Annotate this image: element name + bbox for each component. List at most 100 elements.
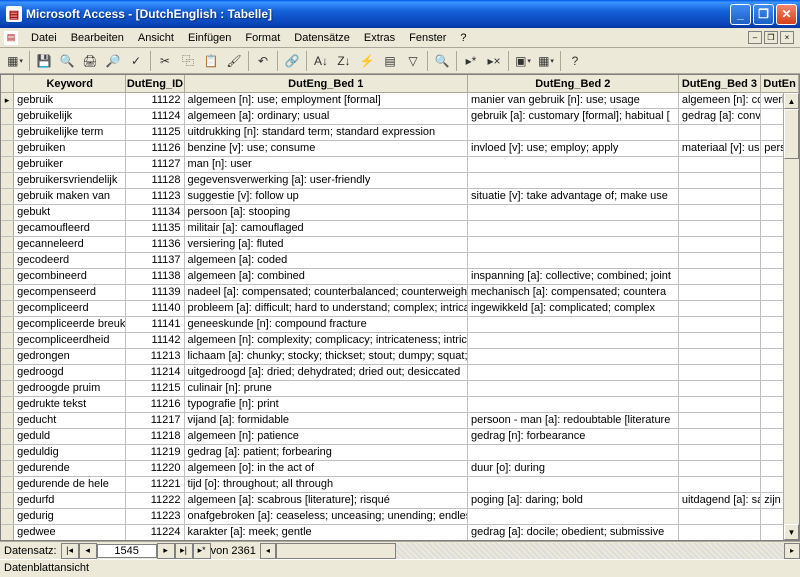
table-row[interactable]: gecompliceerd11140probleem [a]: difficul… bbox=[1, 301, 799, 317]
cell[interactable]: 11137 bbox=[126, 253, 184, 268]
save-button[interactable]: 💾 bbox=[33, 50, 55, 72]
cell[interactable]: invloed [v]: use; employ; apply bbox=[468, 141, 679, 156]
row-selector[interactable] bbox=[1, 285, 14, 300]
hscroll-right-button[interactable]: ▸ bbox=[784, 543, 800, 559]
cell[interactable] bbox=[679, 333, 761, 348]
mdi-close-button[interactable]: × bbox=[780, 31, 794, 44]
scroll-up-button[interactable]: ▲ bbox=[784, 93, 799, 109]
table-row[interactable]: geduldig11219gedrag [a]: patient; forbea… bbox=[1, 445, 799, 461]
cell[interactable] bbox=[679, 461, 761, 476]
cell[interactable]: manier van gebruik [n]: use; usage bbox=[468, 93, 679, 108]
cell[interactable]: benzine [v]: use; consume bbox=[185, 141, 468, 156]
table-row[interactable]: gebruikersvriendelijk11128gegevensverwer… bbox=[1, 173, 799, 189]
cell[interactable]: algemeen [n]: patience bbox=[185, 429, 468, 444]
filter-selection-button[interactable]: ⚡ bbox=[356, 50, 378, 72]
table-row[interactable]: gedroogd11214uitgedroogd [a]: dried; deh… bbox=[1, 365, 799, 381]
cell[interactable]: culinair [n]: prune bbox=[185, 381, 468, 396]
row-selector[interactable] bbox=[1, 253, 14, 268]
help-button[interactable]: ? bbox=[564, 50, 586, 72]
cell[interactable]: 11128 bbox=[126, 173, 184, 188]
cell[interactable] bbox=[468, 253, 679, 268]
cell[interactable]: gecanneleerd bbox=[14, 237, 126, 252]
cell[interactable]: 11122 bbox=[126, 93, 184, 108]
table-row[interactable]: geduld11218algemeen [n]: patiencegedrag … bbox=[1, 429, 799, 445]
find-button[interactable]: 🔍 bbox=[431, 50, 453, 72]
table-row[interactable]: gecanneleerd11136versiering [a]: fluted bbox=[1, 237, 799, 253]
nav-prev-button[interactable]: ◂ bbox=[79, 543, 97, 559]
cell[interactable]: 11216 bbox=[126, 397, 184, 412]
row-selector[interactable] bbox=[1, 461, 14, 476]
row-selector[interactable] bbox=[1, 365, 14, 380]
nav-new-button[interactable]: ▸* bbox=[193, 543, 211, 559]
col-duteng-bed1[interactable]: DutEng_Bed 1 bbox=[185, 75, 468, 92]
scroll-down-button[interactable]: ▼ bbox=[784, 524, 799, 540]
cell[interactable]: gedrag [a]: patient; forbearing bbox=[185, 445, 468, 460]
cell[interactable]: gebruiker bbox=[14, 157, 126, 172]
cell[interactable]: 11123 bbox=[126, 189, 184, 204]
table-row[interactable]: gedroogde pruim11215culinair [n]: prune bbox=[1, 381, 799, 397]
cell[interactable]: versiering [a]: fluted bbox=[185, 237, 468, 252]
filter-form-button[interactable]: ▤ bbox=[379, 50, 401, 72]
cell[interactable] bbox=[468, 509, 679, 524]
row-selector[interactable] bbox=[1, 349, 14, 364]
col-duteng-id[interactable]: DutEng_ID bbox=[126, 75, 184, 92]
cell[interactable]: poging [a]: daring; bold bbox=[468, 493, 679, 508]
cell[interactable]: 11139 bbox=[126, 285, 184, 300]
format-painter-button[interactable]: 🖌 bbox=[223, 50, 245, 72]
cell[interactable]: geducht bbox=[14, 413, 126, 428]
cell[interactable] bbox=[468, 173, 679, 188]
cell[interactable]: gecodeerd bbox=[14, 253, 126, 268]
cell[interactable]: mechanisch [a]: compensated; countera bbox=[468, 285, 679, 300]
table-row[interactable]: gecompenseerd11139nadeel [a]: compensate… bbox=[1, 285, 799, 301]
undo-button[interactable]: ↶ bbox=[252, 50, 274, 72]
cell[interactable]: 11214 bbox=[126, 365, 184, 380]
cell[interactable] bbox=[679, 125, 761, 140]
row-selector[interactable] bbox=[1, 221, 14, 236]
row-selector[interactable] bbox=[1, 157, 14, 172]
sort-desc-button[interactable]: Z↓ bbox=[333, 50, 355, 72]
table-row[interactable]: ▸gebruik11122algemeen [n]: use; employme… bbox=[1, 93, 799, 109]
cell[interactable]: algemeen [n]: use; employment [formal] bbox=[185, 93, 468, 108]
table-row[interactable]: gebruiken11126benzine [v]: use; consumei… bbox=[1, 141, 799, 157]
cell[interactable]: persoon [a]: stooping bbox=[185, 205, 468, 220]
cell[interactable]: gedroogde pruim bbox=[14, 381, 126, 396]
cell[interactable]: 11142 bbox=[126, 333, 184, 348]
row-selector[interactable] bbox=[1, 301, 14, 316]
cell[interactable]: 11223 bbox=[126, 509, 184, 524]
cell[interactable]: tijd [o]: throughout; all through bbox=[185, 477, 468, 492]
cell[interactable]: typografie [n]: print bbox=[185, 397, 468, 412]
hscroll-left-button[interactable]: ◂ bbox=[260, 543, 276, 559]
cell[interactable]: militair [a]: camouflaged bbox=[185, 221, 468, 236]
hyperlink-button[interactable]: 🔗 bbox=[281, 50, 303, 72]
cell[interactable]: 11134 bbox=[126, 205, 184, 220]
row-selector[interactable] bbox=[1, 125, 14, 140]
cell[interactable] bbox=[679, 269, 761, 284]
cell[interactable] bbox=[679, 237, 761, 252]
cell[interactable]: 11220 bbox=[126, 461, 184, 476]
cell[interactable]: 11224 bbox=[126, 525, 184, 540]
cell[interactable]: gecamoufleerd bbox=[14, 221, 126, 236]
hscroll-thumb[interactable] bbox=[276, 543, 396, 559]
cell[interactable]: 11221 bbox=[126, 477, 184, 492]
cell[interactable]: gedrukte tekst bbox=[14, 397, 126, 412]
menu-help[interactable]: ? bbox=[453, 30, 473, 46]
cell[interactable]: 11222 bbox=[126, 493, 184, 508]
row-selector[interactable] bbox=[1, 477, 14, 492]
row-selector[interactable] bbox=[1, 445, 14, 460]
cell[interactable]: 11135 bbox=[126, 221, 184, 236]
menu-einfuegen[interactable]: Einfügen bbox=[181, 30, 238, 46]
cell[interactable]: geduld bbox=[14, 429, 126, 444]
vertical-scrollbar[interactable]: ▲ ▼ bbox=[783, 93, 799, 540]
cell[interactable] bbox=[468, 365, 679, 380]
row-selector[interactable] bbox=[1, 109, 14, 124]
row-selector[interactable] bbox=[1, 333, 14, 348]
view-button[interactable]: ▦ bbox=[4, 50, 26, 72]
paste-button[interactable]: 📋 bbox=[200, 50, 222, 72]
cell[interactable]: algemeen [a]: scabrous [literature]; ris… bbox=[185, 493, 468, 508]
menu-datensaetze[interactable]: Datensätze bbox=[287, 30, 357, 46]
cell[interactable]: karakter [a]: meek; gentle bbox=[185, 525, 468, 540]
row-selector[interactable] bbox=[1, 237, 14, 252]
row-selector[interactable] bbox=[1, 317, 14, 332]
table-row[interactable]: gebruik maken van11123suggestie [v]: fol… bbox=[1, 189, 799, 205]
cell[interactable] bbox=[468, 397, 679, 412]
